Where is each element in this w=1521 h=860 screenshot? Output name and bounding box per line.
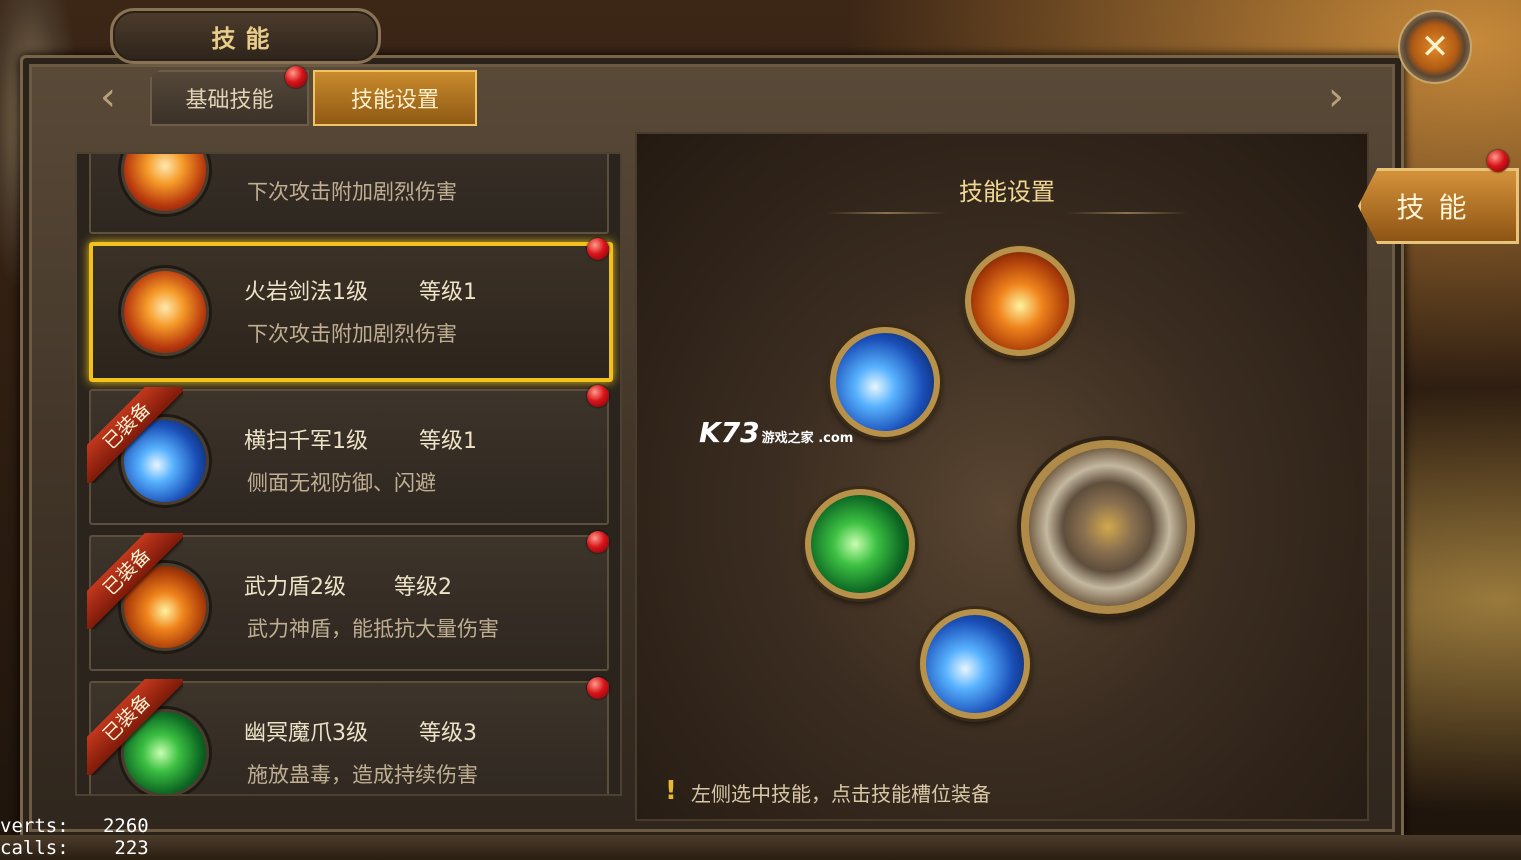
skill-item-selected[interactable]: 火岩剑法1级 等级1 下次攻击附加剧烈伤害 xyxy=(89,242,613,382)
side-tab-skills[interactable]: 技能 xyxy=(1358,168,1519,244)
skill-level: 等级1 xyxy=(419,429,477,454)
skill-name: 横扫千军1级 xyxy=(244,429,368,454)
skill-level: 等级1 xyxy=(419,280,477,305)
equipped-ribbon: 已装备 xyxy=(87,533,183,629)
skill-desc: 侧面无视防御、闪避 xyxy=(247,471,436,495)
skill-slot-1[interactable] xyxy=(965,246,1075,356)
close-button[interactable]: ✕ xyxy=(1398,10,1472,84)
skill-desc: 施放蛊毒，造成持续伤害 xyxy=(247,763,478,787)
skill-name: 武力盾2级 xyxy=(244,575,346,600)
skill-desc: 武力神盾，能抵抗大量伤害 xyxy=(247,617,499,641)
skill-level: 等级3 xyxy=(419,721,477,746)
fire-sword-icon xyxy=(121,268,209,356)
prev-arrow-icon[interactable]: ‹ xyxy=(90,75,126,119)
skill-slot-3[interactable] xyxy=(805,489,915,599)
bottom-bar xyxy=(0,835,1521,860)
skill-badge xyxy=(587,385,609,407)
debug-stats: verts: 2260 calls: 223 xyxy=(0,815,149,859)
skill-slot-4[interactable] xyxy=(920,609,1030,719)
skill-item[interactable]: 已装备 幽冥魔爪3级 等级3 施放蛊毒，造成持续伤害 xyxy=(87,679,609,794)
tab-basic-badge xyxy=(285,66,307,88)
skill-name: 幽冥魔爪3级 xyxy=(244,721,368,746)
setup-hint: 左侧选中技能，点击技能槽位装备 xyxy=(691,782,991,806)
equipped-ribbon: 已装备 xyxy=(87,387,183,483)
title-divider xyxy=(1067,212,1187,214)
window-title: 技能 xyxy=(211,23,280,53)
side-tab-badge xyxy=(1487,150,1509,172)
setup-title: 技能设置 xyxy=(959,178,1055,206)
skill-setup-panel: 技能设置 K73 游戏之家 .com ! 左侧选中技能，点击技能槽位装备 xyxy=(635,132,1369,821)
exclamation-icon: ! xyxy=(665,776,677,806)
skill-list[interactable]: 下次攻击附加剧烈伤害 火岩剑法1级 等级1 下次攻击附加剧烈伤害 已装备 横扫千… xyxy=(75,152,622,796)
skill-name: 火岩剑法1级 xyxy=(244,280,368,305)
title-divider xyxy=(827,212,947,214)
skill-item[interactable]: 下次攻击附加剧烈伤害 xyxy=(89,154,609,234)
skill-badge xyxy=(587,531,609,553)
debug-calls: calls: 223 xyxy=(0,837,149,859)
skill-item[interactable]: 已装备 武力盾2级 等级2 武力神盾，能抵抗大量伤害 xyxy=(87,533,609,671)
skill-level: 等级2 xyxy=(394,575,452,600)
skill-desc: 下次攻击附加剧烈伤害 xyxy=(247,322,457,346)
skill-badge xyxy=(587,677,609,699)
tab-skill-settings[interactable]: 技能设置 xyxy=(313,70,477,126)
close-icon: ✕ xyxy=(1420,27,1450,67)
fire-sword-icon xyxy=(121,154,209,214)
watermark-logo: K73 游戏之家 .com xyxy=(699,416,854,449)
axe-attack-icon[interactable] xyxy=(1021,440,1195,614)
window-title-plate: 技能 xyxy=(110,8,381,64)
debug-verts: verts: 2260 xyxy=(0,815,149,837)
skill-badge xyxy=(587,238,609,260)
skill-item[interactable]: 已装备 横扫千军1级 等级1 侧面无视防御、闪避 xyxy=(87,387,609,525)
next-arrow-icon[interactable]: › xyxy=(1318,75,1354,119)
equipped-ribbon: 已装备 xyxy=(87,679,183,775)
skill-desc: 下次攻击附加剧烈伤害 xyxy=(247,180,457,204)
